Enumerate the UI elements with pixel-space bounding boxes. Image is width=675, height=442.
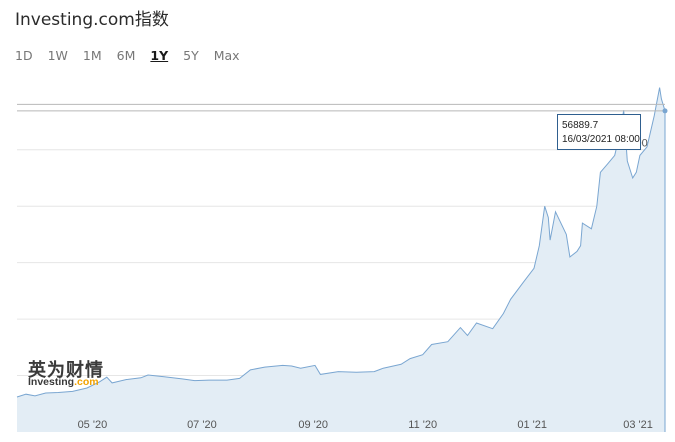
crosshair bbox=[17, 103, 668, 114]
watermark-en-name: Investing bbox=[28, 376, 75, 388]
tooltip-date: 16/03/2021 08:00 bbox=[562, 134, 640, 145]
x-tick-label: 05 '20 bbox=[78, 419, 108, 431]
watermark-en-suffix: .com bbox=[74, 376, 99, 388]
x-tick-label: 11 '20 bbox=[408, 419, 437, 431]
highlighted-point-marker bbox=[662, 108, 668, 114]
tooltip-value: 56889.7 bbox=[562, 120, 599, 131]
x-tick-label: 09 '20 bbox=[298, 419, 328, 431]
watermark-logo: 英为财情 Investing.com bbox=[28, 356, 123, 388]
x-tick-label: 07 '20 bbox=[187, 419, 217, 431]
x-tick-label: 01 '21 bbox=[517, 419, 547, 431]
watermark-en-text: Investing.com bbox=[28, 376, 99, 388]
x-tick-label: 03 '21 bbox=[623, 419, 653, 431]
hover-tooltip: 56889.7 16/03/2021 08:00 bbox=[557, 114, 641, 150]
